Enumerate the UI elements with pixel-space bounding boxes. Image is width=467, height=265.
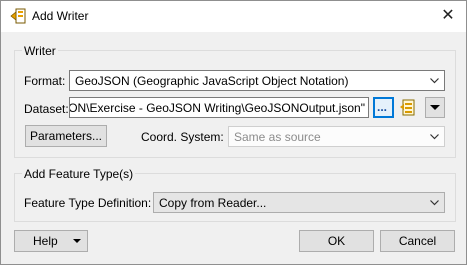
dataset-menu-button[interactable] <box>425 97 445 118</box>
coord-system-select[interactable]: Same as source <box>228 126 445 147</box>
coord-system-value: Same as source <box>234 130 321 144</box>
writer-group-title: Writer <box>22 44 58 58</box>
format-select[interactable]: GeoJSON (Geographic JavaScript Object No… <box>69 70 445 91</box>
feature-type-definition-select[interactable]: Copy from Reader... <box>153 192 445 213</box>
close-icon[interactable]: ✕ <box>438 6 458 26</box>
fme-writer-icon <box>10 8 26 24</box>
chevron-down-icon <box>430 134 439 140</box>
browse-dataset-button[interactable]: ... <box>373 97 394 118</box>
dataset-tool-icon <box>400 99 415 116</box>
coord-system-label: Coord. System: <box>141 130 224 144</box>
dialog-title: Add Writer <box>32 9 89 23</box>
browse-dots: ... <box>377 100 388 114</box>
chevron-down-icon <box>430 200 439 206</box>
feature-type-group-title: Add Feature Type(s) <box>22 167 136 181</box>
triangle-down-icon <box>73 239 81 243</box>
cancel-button[interactable]: Cancel <box>380 230 455 252</box>
title-bar: Add Writer ✕ <box>1 1 466 32</box>
feature-type-definition-label: Feature Type Definition: <box>24 196 152 210</box>
feature-type-definition-value: Copy from Reader... <box>159 196 267 210</box>
triangle-down-icon <box>430 105 440 110</box>
dataset-label: Dataset: <box>24 102 69 116</box>
help-label: Help <box>33 234 58 248</box>
format-value: GeoJSON (Geographic JavaScript Object No… <box>75 74 349 88</box>
ok-button[interactable]: OK <box>299 230 374 252</box>
add-writer-dialog: Add Writer ✕ Writer Format: GeoJSON (Geo… <box>0 0 467 265</box>
chevron-down-icon <box>430 78 439 84</box>
parameters-button[interactable]: Parameters... <box>25 125 107 147</box>
dataset-options-button[interactable] <box>399 97 419 118</box>
help-button[interactable]: Help <box>14 230 88 252</box>
dataset-input[interactable]: ON\Exercise - GeoJSON Writing\GeoJSONOut… <box>69 97 369 118</box>
dataset-value: ON\Exercise - GeoJSON Writing\GeoJSONOut… <box>69 101 365 115</box>
format-label: Format: <box>24 74 66 88</box>
